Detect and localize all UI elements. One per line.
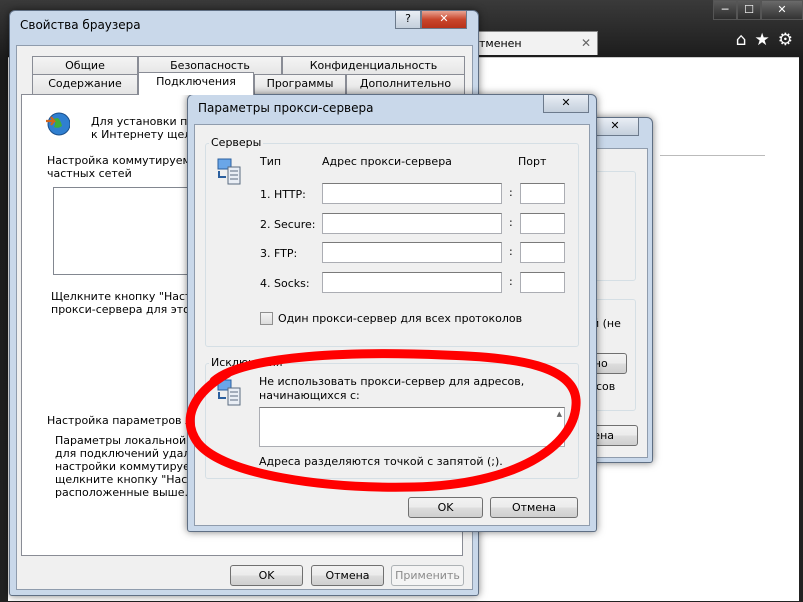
gear-icon[interactable]: ⚙ (778, 30, 793, 50)
ftp-label: 3. FTP: (260, 247, 298, 260)
dialup-hint-line2: прокси-сервера для этого (51, 303, 203, 316)
secure-label: 2. Secure: (260, 218, 316, 231)
proxy-server-icon (217, 158, 241, 185)
scroll-down-icon[interactable]: ▼ (557, 436, 562, 444)
browser-caption-buttons: ─ ☐ ✕ (713, 0, 803, 20)
servers-group-title: Серверы (209, 136, 264, 149)
props-cancel-button[interactable]: Отмена (311, 565, 384, 586)
proxy-close-button[interactable]: ✕ (543, 95, 589, 113)
lan-text-line1: Параметры локальной сет (55, 434, 209, 447)
tab-privacy[interactable]: Конфиденциальность (282, 56, 465, 76)
tab-programs[interactable]: Программы (254, 74, 346, 94)
tab-content[interactable]: Содержание (32, 74, 138, 94)
props-apply-button[interactable]: Применить (391, 565, 464, 586)
lan-text-line2: для подключений удален (55, 447, 205, 460)
exceptions-label-line2: начинающихся с: (259, 389, 360, 402)
ftp-address-input[interactable] (322, 242, 502, 263)
globe-icon (46, 112, 70, 136)
dialup-hint-line1: Щелкните кнопку "Настро (51, 290, 206, 303)
col-address-header: Адрес прокси-сервера (322, 155, 452, 168)
http-port-input[interactable] (520, 183, 565, 204)
secure-colon: : (509, 216, 513, 229)
tab-advanced[interactable]: Дополнительно (346, 74, 465, 94)
browser-tab[interactable]: тменен ✕ (472, 31, 598, 55)
exceptions-group-title: Исключения (209, 356, 285, 369)
browser-toolbar: ⌂ ★ ⚙ (736, 30, 793, 50)
lan-text-line5: расположенные выше. (55, 486, 188, 499)
tab-connections[interactable]: Подключения (138, 72, 254, 95)
page-divider (660, 155, 765, 156)
socks-label: 4. Socks: (260, 277, 310, 290)
http-label: 1. HTTP: (260, 188, 306, 201)
tab-close-icon[interactable]: ✕ (581, 36, 591, 50)
close-button[interactable]: ✕ (761, 0, 803, 20)
setup-text-line1: Для установки под (91, 115, 202, 128)
exceptions-label-line1: Не использовать прокси-сервер для адресо… (259, 375, 525, 388)
same-proxy-checkbox[interactable] (260, 312, 273, 325)
socks-address-input[interactable] (322, 272, 502, 293)
maximize-button[interactable]: ☐ (737, 0, 761, 20)
props-close-button[interactable]: ✕ (421, 11, 467, 29)
proxy-title: Параметры прокси-сервера (198, 101, 374, 115)
col-type-header: Тип (260, 155, 282, 168)
col-port-header: Порт (518, 155, 547, 168)
same-proxy-checkbox-label[interactable]: Один прокси-сервер для всех протоколов (278, 312, 522, 325)
scroll-up-icon[interactable]: ▲ (557, 410, 562, 418)
minimize-button[interactable]: ─ (713, 0, 737, 20)
proxy-client: Серверы Тип Адрес прокси-сервера Порт 1.… (194, 124, 590, 526)
tab-general[interactable]: Общие (32, 56, 138, 76)
props-ok-button[interactable]: OK (230, 565, 303, 586)
lan-text-line3: настройки коммутируемо (55, 460, 205, 473)
lan-text-fragment2: сов (596, 380, 616, 393)
star-icon[interactable]: ★ (755, 30, 770, 50)
socks-colon: : (509, 275, 513, 288)
http-colon: : (509, 186, 513, 199)
dialup-heading-line1: Настройка коммутируемого (47, 154, 211, 167)
ftp-port-input[interactable] (520, 242, 565, 263)
lan-dialog-close-button[interactable]: ✕ (591, 118, 639, 136)
home-icon[interactable]: ⌂ (736, 30, 747, 50)
secure-address-input[interactable] (322, 213, 502, 234)
lan-text-line4: щелкните кнопку "Настро (55, 473, 208, 486)
exceptions-textarea[interactable]: ▲ ▼ (259, 407, 565, 447)
browser-tab-label: тменен (479, 37, 522, 50)
proxy-ok-button[interactable]: OK (408, 497, 483, 518)
socks-port-input[interactable] (520, 272, 565, 293)
ftp-colon: : (509, 245, 513, 258)
dialup-connections-list[interactable] (53, 187, 203, 275)
dialup-heading-line2: частных сетей (47, 167, 132, 180)
proxy-cancel-button[interactable]: Отмена (490, 497, 578, 518)
http-address-input[interactable] (322, 183, 502, 204)
exceptions-icon (217, 379, 241, 406)
exceptions-hint: Адреса разделяются точкой с запятой (;). (259, 455, 503, 468)
help-button[interactable]: ? (395, 11, 421, 29)
secure-port-input[interactable] (520, 213, 565, 234)
proxy-settings-dialog: Параметры прокси-сервера ✕ Серверы Тип А… (187, 94, 597, 532)
